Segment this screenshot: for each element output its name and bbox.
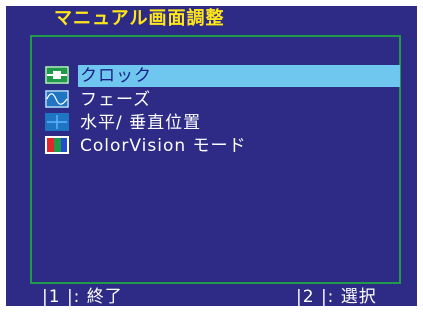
exit-hint: |1 |: 終了 — [42, 287, 123, 306]
phase-icon — [45, 90, 69, 108]
menu-item-label: フェーズ — [80, 90, 152, 110]
menu-item-label: 水平/ 垂直位置 — [80, 113, 202, 133]
menu-item-label: クロック — [78, 65, 400, 87]
position-icon — [45, 113, 69, 131]
select-hint: |2 |: 選択 — [296, 287, 377, 306]
menu-item-colorvision[interactable]: ColorVision モード — [45, 135, 400, 157]
osd-screen: マニュアル画面調整 クロック フェーズ 水平/ 垂直位置 ColorVision… — [6, 6, 417, 306]
menu-item-phase[interactable]: フェーズ — [45, 89, 400, 111]
menu-item-label: ColorVision モード — [80, 136, 247, 156]
menu-title: マニュアル画面調整 — [54, 8, 225, 29]
menu-item-position[interactable]: 水平/ 垂直位置 — [45, 112, 400, 134]
colorvision-icon — [45, 136, 69, 154]
menu-panel: クロック フェーズ 水平/ 垂直位置 ColorVision モード — [30, 35, 401, 284]
clock-icon — [45, 66, 69, 84]
menu-item-clock[interactable]: クロック — [45, 65, 400, 87]
